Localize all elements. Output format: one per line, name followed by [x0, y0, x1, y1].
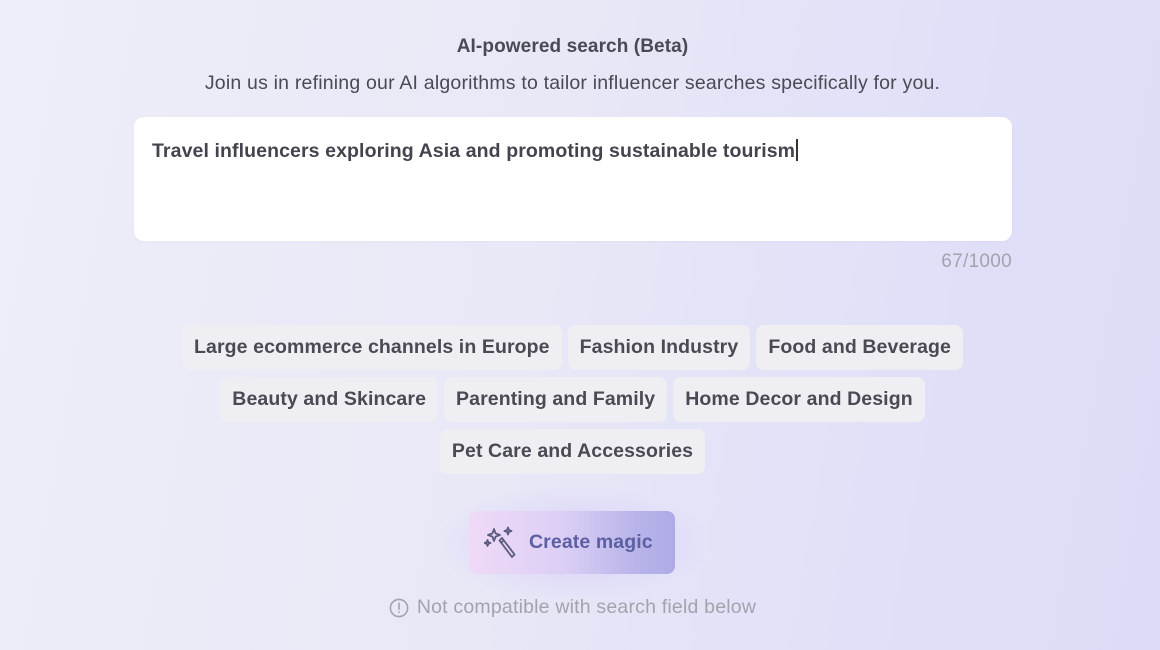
chip-beauty-and-skincare[interactable]: Beauty and Skincare [220, 377, 439, 422]
chip-food-and-beverage[interactable]: Food and Beverage [756, 325, 963, 370]
create-magic-label: Create magic [529, 531, 653, 553]
suggestion-chips: Large ecommerce channels in Europe Fashi… [0, 325, 1145, 474]
chip-row: Pet Care and Accessories [439, 429, 706, 474]
character-counter: 67/1000 [941, 251, 1012, 272]
chip-parenting-and-family[interactable]: Parenting and Family [444, 377, 668, 422]
text-caret [796, 139, 798, 161]
alert-circle-icon [389, 598, 409, 617]
page-title: AI-powered search (Beta) [456, 36, 689, 57]
page-subtitle: Join us in refining our AI algorithms to… [204, 72, 941, 94]
search-textarea[interactable]: Travel influencers exploring Asia and pr… [134, 117, 1012, 241]
compatibility-notice-text: Not compatible with search field below [416, 596, 757, 618]
chip-fashion-industry[interactable]: Fashion Industry [567, 325, 751, 370]
search-input-value: Travel influencers exploring Asia and pr… [152, 140, 796, 162]
create-magic-button[interactable]: Create magic [469, 511, 675, 574]
search-input-text[interactable]: Travel influencers exploring Asia and pr… [152, 139, 798, 163]
chip-home-decor-and-design[interactable]: Home Decor and Design [673, 377, 925, 422]
chip-row: Beauty and Skincare Parenting and Family… [220, 377, 925, 422]
compatibility-notice: Not compatible with search field below [0, 596, 1145, 619]
chip-row: Large ecommerce channels in Europe Fashi… [182, 325, 963, 370]
chip-large-ecommerce-europe[interactable]: Large ecommerce channels in Europe [182, 325, 562, 370]
magic-wand-icon [484, 526, 516, 558]
chip-pet-care-and-accessories[interactable]: Pet Care and Accessories [439, 429, 706, 474]
